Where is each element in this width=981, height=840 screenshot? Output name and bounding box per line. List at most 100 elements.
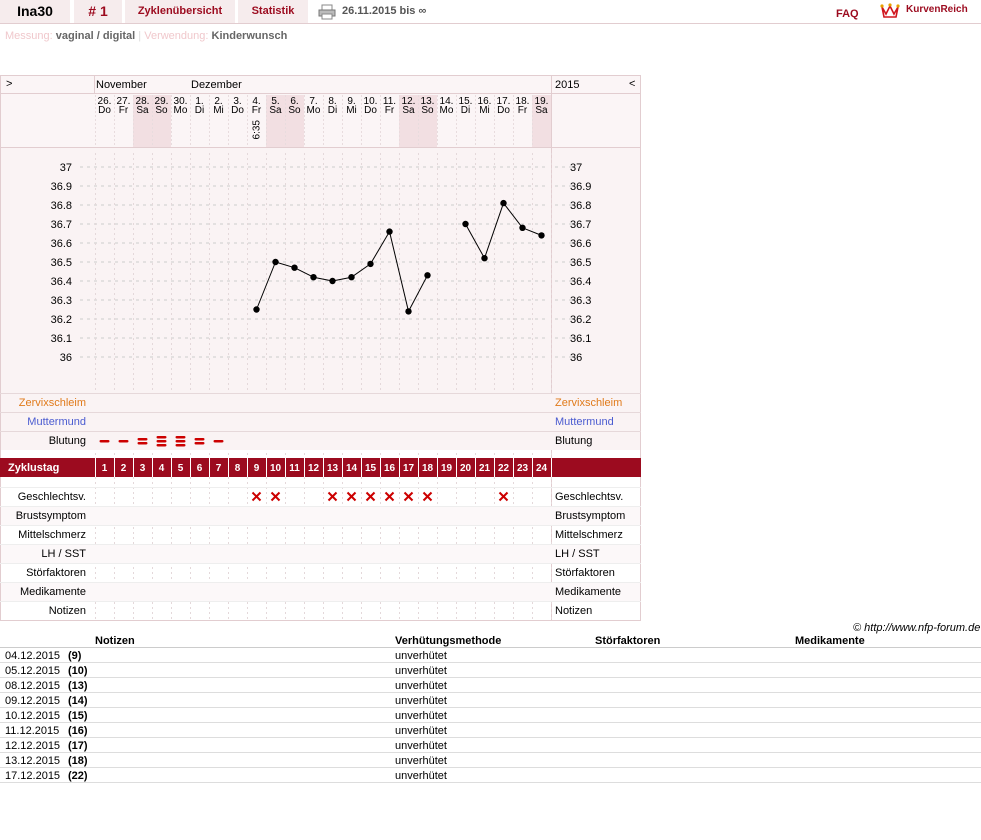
cycle-day-number: 3 xyxy=(140,463,146,474)
day-weekday-label: Do xyxy=(98,105,111,116)
day-weekday-label: Fr xyxy=(518,105,528,116)
mittelschmerz-label-right: Mittelschmerz xyxy=(555,529,623,541)
temperature-point xyxy=(481,255,488,262)
cervix-position-label-right: Muttermund xyxy=(555,416,614,428)
month-label: November xyxy=(96,79,147,91)
day-weekday-label: Di xyxy=(195,105,204,116)
day-weekday-label: Sa xyxy=(402,105,415,116)
y-tick-label-left: 36.5 xyxy=(51,257,72,269)
cycle-day-number: 9 xyxy=(254,463,260,474)
temperature-point xyxy=(291,264,298,271)
bleeding-mark xyxy=(99,440,110,443)
temperature-point xyxy=(500,199,507,207)
intercourse-label: Geschlechtsv. xyxy=(18,491,86,503)
bleeding-label: Blutung xyxy=(49,435,86,447)
bleeding-mark xyxy=(194,442,205,445)
username-tab[interactable]: Ina30 xyxy=(0,0,70,23)
table-row: 08.12.2015 (13) unverhütet xyxy=(0,678,981,693)
row-date: 08.12.2015 xyxy=(5,680,61,692)
temperature-point xyxy=(272,258,279,266)
date-range: 26.11.2015 bis ∞ xyxy=(342,5,427,17)
cycle-day-number: 18 xyxy=(422,463,434,474)
tab-statistics[interactable]: Statistik xyxy=(238,0,308,23)
notes-table: Notizen Verhütungsmethode Störfaktoren M… xyxy=(0,633,981,783)
crown-logo-icon[interactable] xyxy=(880,2,900,20)
year-label: 2015 xyxy=(555,79,579,91)
cycle-day-number: 14 xyxy=(346,463,358,474)
day-weekday-label: Fr xyxy=(385,105,395,116)
cycle-day-number: 24 xyxy=(536,463,548,474)
cycle-day-number: 22 xyxy=(498,463,510,474)
bleeding-mark xyxy=(213,440,224,443)
row-cycle-day: (14) xyxy=(68,695,88,707)
disturbance-label-right: Störfaktoren xyxy=(555,567,615,579)
y-tick-label-right: 37 xyxy=(570,162,582,174)
bleeding-mark xyxy=(156,444,167,447)
table-row: 13.12.2015 (18) unverhütet xyxy=(0,753,981,768)
day-weekday-label: Sa xyxy=(535,105,548,116)
row-cycle-day: (13) xyxy=(68,680,88,692)
measurement-info: Messung: vaginal / digital | Verwendung:… xyxy=(5,30,287,42)
observation-row xyxy=(1,393,640,412)
faq-link[interactable]: FAQ xyxy=(836,3,859,26)
temperature-point xyxy=(329,277,336,285)
bleeding-mark xyxy=(175,436,186,439)
brand-name[interactable]: KurvenReich xyxy=(906,0,968,20)
bleeding-label-right: Blutung xyxy=(555,435,592,447)
temperature-point xyxy=(310,274,317,281)
tab-cycle-overview[interactable]: Zyklenübersicht xyxy=(125,0,235,23)
table-row: 04.12.2015 (9) unverhütet xyxy=(0,648,981,663)
table-row: 09.12.2015 (14) unverhütet xyxy=(0,693,981,708)
y-tick-label-left: 36 xyxy=(60,352,72,364)
row-cycle-day: (18) xyxy=(68,755,88,767)
day-weekday-label: So xyxy=(288,105,301,116)
lh-test-label: LH / SST xyxy=(41,548,86,560)
y-tick-label-left: 37 xyxy=(60,162,72,174)
measure-label: Messung: xyxy=(5,30,53,42)
bleeding-mark xyxy=(156,436,167,439)
temperature-point xyxy=(424,272,431,279)
row-cycle-day: (9) xyxy=(68,650,82,662)
measure-value: vaginal / digital xyxy=(55,30,136,42)
day-weekday-label: Do xyxy=(497,105,510,116)
cycle-day-number: 12 xyxy=(308,463,320,474)
row-method: unverhütet xyxy=(395,725,447,737)
row-date: 04.12.2015 xyxy=(5,650,61,662)
day-weekday-label: Mo xyxy=(307,105,321,116)
temperature-point xyxy=(462,220,469,228)
y-tick-label-left: 36.1 xyxy=(51,333,72,345)
y-tick-label-left: 36.2 xyxy=(51,314,72,326)
temperature-point xyxy=(405,308,412,315)
row-method: unverhütet xyxy=(395,650,447,662)
day-weekday-label: Mo xyxy=(440,105,454,116)
day-weekday-label: Mo xyxy=(174,105,188,116)
notes-label: Notizen xyxy=(49,605,86,617)
day-weekday-label: Mi xyxy=(479,105,490,116)
cycle-day-number: 13 xyxy=(327,463,339,474)
y-tick-label-left: 36.4 xyxy=(51,276,72,288)
cervix-mucus-label: Zervixschleim xyxy=(19,397,86,409)
observation-row xyxy=(1,582,640,601)
header-medication: Medikamente xyxy=(795,635,865,647)
month-label: Dezember xyxy=(191,79,242,91)
medication-label-right: Medikamente xyxy=(555,586,621,598)
cycle-day-number: 6 xyxy=(197,463,203,474)
day-weekday-label: Fr xyxy=(119,105,129,116)
table-row: 11.12.2015 (16) unverhütet xyxy=(0,723,981,738)
temperature-point xyxy=(519,224,526,231)
header-notes: Notizen xyxy=(95,635,135,647)
cycle-day-number: 2 xyxy=(121,463,127,474)
temperature-chart: > <2015 November Dezember 26. Do 27. Fr 28. Sa 29.… xyxy=(0,75,642,624)
use-label: Verwendung: xyxy=(144,30,209,42)
header-method: Verhütungsmethode xyxy=(395,635,502,647)
cycle-day-label: Zyklustag xyxy=(8,462,59,474)
cycle-number-tab[interactable]: # 1 xyxy=(74,0,122,23)
printer-icon[interactable] xyxy=(318,4,336,20)
y-tick-label-left: 36.3 xyxy=(51,295,72,307)
table-row: 12.12.2015 (17) unverhütet xyxy=(0,738,981,753)
cycle-day-number: 4 xyxy=(159,463,165,474)
temperature-point xyxy=(386,228,393,235)
table-row: 05.12.2015 (10) unverhütet xyxy=(0,663,981,678)
observation-row xyxy=(1,431,640,450)
row-date: 10.12.2015 xyxy=(5,710,61,722)
